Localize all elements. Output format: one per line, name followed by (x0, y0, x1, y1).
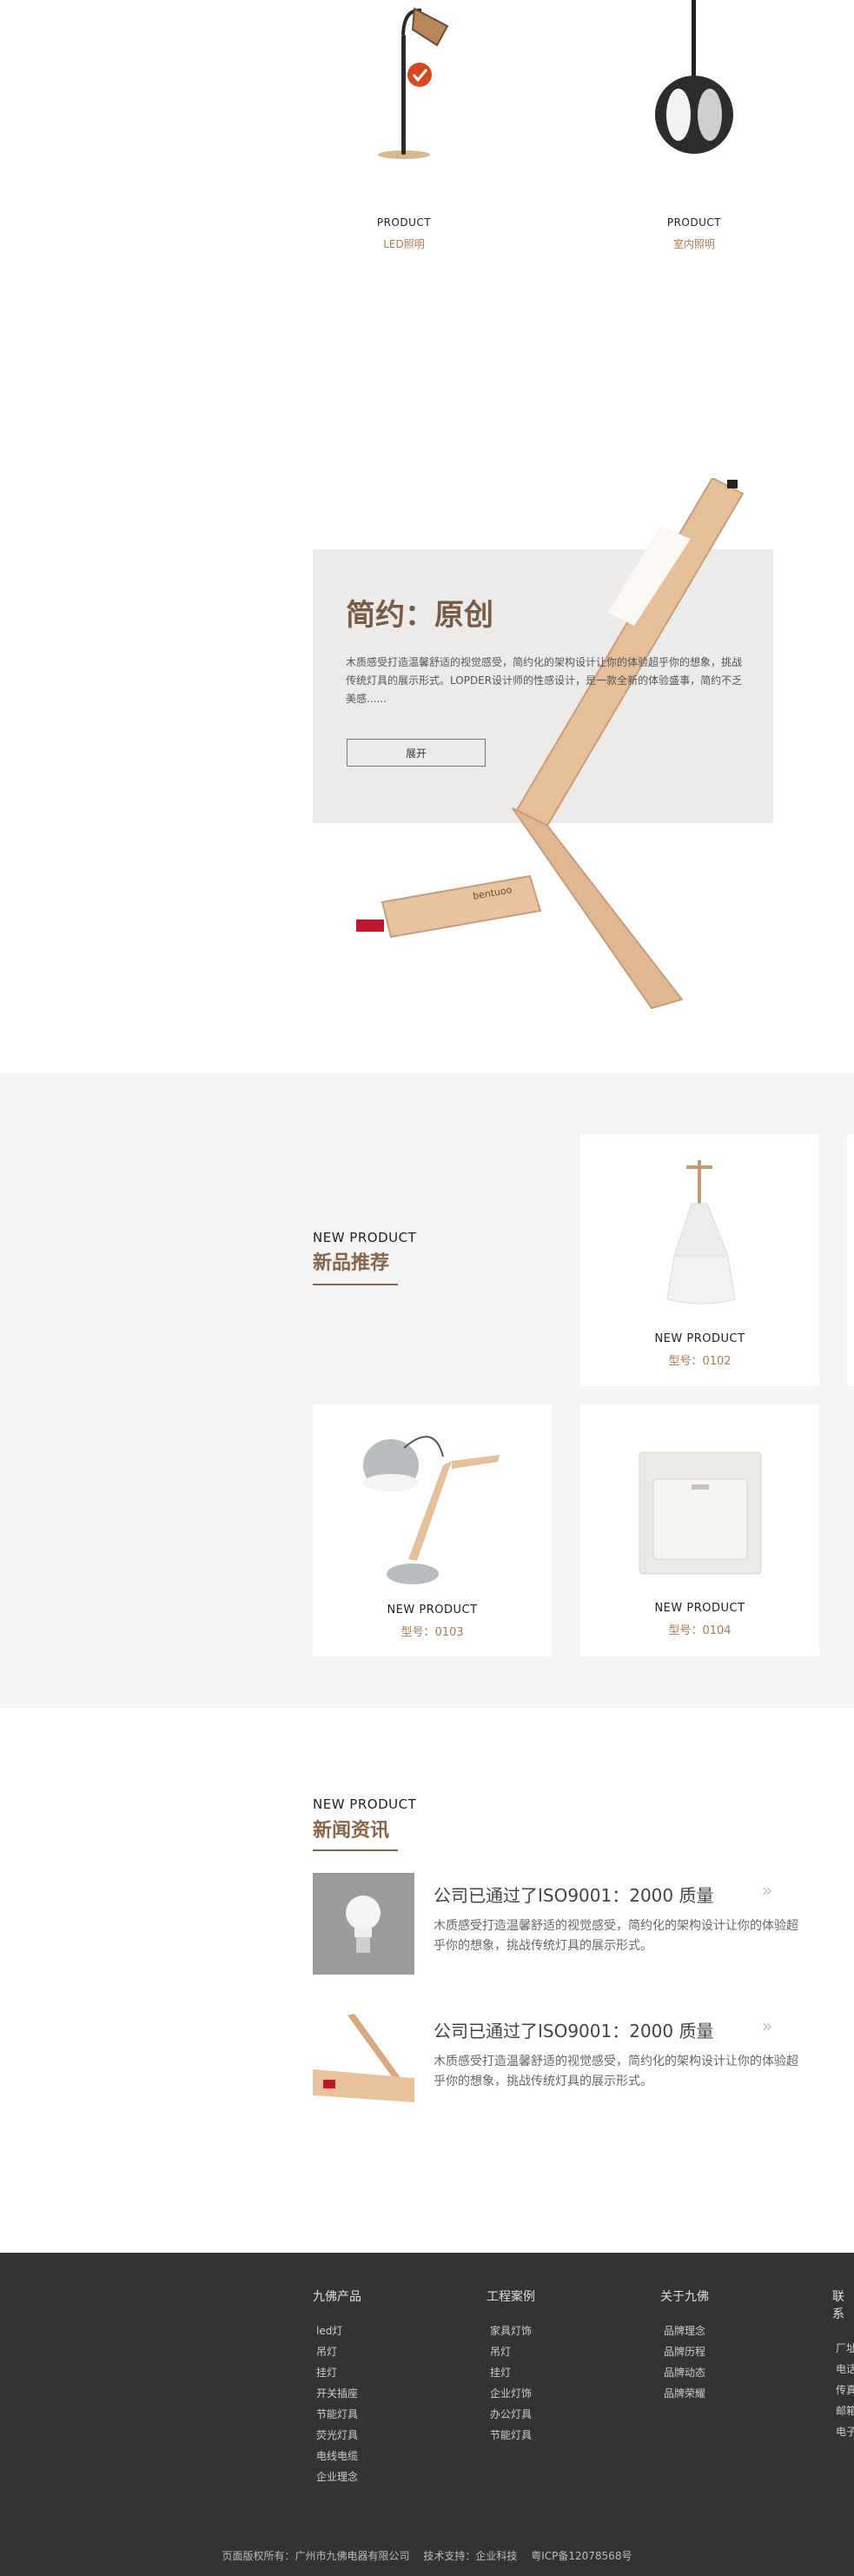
footer: 九佛产品 led灯 吊灯 挂灯 开关插座 节能灯具 荧光灯具 电线电缆 企业理念… (0, 2253, 854, 2576)
footer-column-contact: 联系 厂址 电话 传真 邮箱 电子 (832, 2287, 854, 2442)
category-label-cn: 室内照明 (672, 238, 715, 250)
product-card-partial (847, 1134, 854, 1386)
section-heading-en: NEW PRODUCT (313, 1230, 417, 1245)
new-products-section: NEW PRODUCT 新品推荐 NEW PRODUCT 型号：0102 NEW… (0, 1073, 854, 1708)
footer-link[interactable]: 节能灯具 (487, 2425, 535, 2446)
hero-description: 木质感受打造温馨舒适的视觉感受，简约化的架构设计让你的体验超乎你的想象，挑战传统… (346, 656, 743, 705)
footer-link[interactable]: 办公灯具 (487, 2404, 535, 2425)
footer-column-cases: 工程案例 家具灯饰 吊灯 挂灯 企业灯饰 办公灯具 节能灯具 (487, 2287, 535, 2446)
category-indoor[interactable]: PRODUCT 室内照明 (607, 0, 781, 250)
footer-link[interactable]: 品牌动态 (660, 2362, 709, 2383)
footer-link[interactable]: 挂灯 (487, 2362, 535, 2383)
tech-support-text: 技术支持：企业科技 (423, 2550, 518, 2562)
product-label-en: NEW PRODUCT (654, 1332, 745, 1345)
news-title[interactable]: 公司已通过了ISO9001：2000 质量 (434, 2017, 714, 2042)
hero-section: bentuoo 简约：原创 木质感受打造温馨舒适的视觉感受，简约化的架构设计让你… (0, 452, 854, 1060)
footer-link: 厂址 (836, 2342, 854, 2354)
section-underline (313, 1849, 398, 1851)
product-model: 型号：0102 (668, 1355, 732, 1368)
category-label-en: PRODUCT (376, 216, 432, 229)
pendant-lamp-icon (607, 0, 781, 165)
footer-column-title: 关于九佛 (660, 2290, 709, 2304)
icp-text[interactable]: 粤ICP备12078568号 (531, 2550, 632, 2562)
light-bulb-image (313, 1873, 414, 1975)
news-heading-cn: 新闻资讯 (313, 1820, 390, 1842)
category-led[interactable]: PRODUCT LED照明 (317, 0, 491, 250)
wall-switch-image (580, 1404, 819, 1596)
footer-column-title: 工程案例 (487, 2290, 535, 2304)
section-heading-cn: 新品推荐 (313, 1252, 390, 1274)
news-description: 木质感受打造温馨舒适的视觉感受，简约化的架构设计让你的体验超乎你的想象，挑战传统… (434, 1919, 798, 1953)
section-underline (313, 1284, 398, 1285)
footer-column-about: 关于九佛 品牌理念 品牌历程 品牌动态 品牌荣耀 (660, 2287, 709, 2404)
footer-link[interactable]: 挂灯 (313, 2362, 361, 2383)
footer-link: 邮箱 (836, 2405, 854, 2417)
footer-link[interactable]: 企业灯饰 (487, 2383, 535, 2404)
page: PRODUCT LED照明 PRODUCT 室内照明 bentuoo 简约：原创… (0, 0, 854, 2576)
product-label-en: NEW PRODUCT (654, 1602, 745, 1615)
table-lamp-icon (317, 0, 491, 165)
wooden-lamp-image (313, 2008, 414, 2110)
footer-link[interactable]: led灯 (313, 2320, 361, 2341)
double-arrow-icon[interactable]: » (762, 2015, 772, 2036)
footer-column-title: 联系 (832, 2290, 844, 2321)
footer-link[interactable]: 吊灯 (487, 2341, 535, 2362)
footer-link: 电子 (836, 2426, 854, 2438)
news-description: 木质感受打造温馨舒适的视觉感受，简约化的架构设计让你的体验超乎你的想象，挑战传统… (434, 2055, 798, 2088)
footer-link[interactable]: 开关插座 (313, 2383, 361, 2404)
product-card[interactable]: NEW PRODUCT 型号：0102 (580, 1134, 819, 1386)
footer-link: 电话 (836, 2363, 854, 2375)
product-model: 型号：0103 (401, 1626, 464, 1639)
product-card[interactable]: NEW PRODUCT 型号：0103 (313, 1404, 552, 1656)
news-heading-en: NEW PRODUCT (313, 1796, 417, 1812)
footer-link[interactable]: 品牌荣耀 (660, 2383, 709, 2404)
product-card[interactable]: NEW PRODUCT 型号：0104 (580, 1404, 819, 1656)
category-label-cn: LED照明 (383, 238, 425, 250)
news-item[interactable]: 公司已通过了ISO9001：2000 质量 » 木质感受打造温馨舒适的视觉感受，… (313, 2008, 799, 2113)
expand-button[interactable]: 展开 (347, 739, 486, 767)
product-label-en: NEW PRODUCT (387, 1603, 478, 1617)
footer-column-products: 九佛产品 led灯 吊灯 挂灯 开关插座 节能灯具 荧光灯具 电线电缆 企业理念 (313, 2287, 361, 2487)
footer-link[interactable]: 电线电缆 (313, 2446, 361, 2466)
double-arrow-icon[interactable]: » (762, 1880, 772, 1901)
wooden-desk-lamp-image (313, 1404, 552, 1596)
hero-title: 简约：原创 (346, 598, 493, 633)
copyright-bar: 页面版权所有：广州市九佛电器有限公司 技术支持：企业科技 粤ICP备120785… (0, 2548, 854, 2563)
category-label-en: PRODUCT (666, 216, 722, 229)
copyright-text: 页面版权所有：广州市九佛电器有限公司 (222, 2550, 410, 2562)
footer-column-title: 九佛产品 (313, 2290, 361, 2304)
footer-link[interactable]: 品牌历程 (660, 2341, 709, 2362)
footer-link: 传真 (836, 2384, 854, 2396)
footer-link[interactable]: 家具灯饰 (487, 2320, 535, 2341)
footer-link[interactable]: 荧光灯具 (313, 2425, 361, 2446)
footer-link[interactable]: 吊灯 (313, 2341, 361, 2362)
footer-link[interactable]: 品牌理念 (660, 2320, 709, 2341)
product-model: 型号：0104 (668, 1624, 732, 1637)
white-pendant-lamp-image (580, 1134, 819, 1325)
news-title[interactable]: 公司已通过了ISO9001：2000 质量 (434, 1882, 714, 1907)
footer-link[interactable]: 节能灯具 (313, 2404, 361, 2425)
footer-link[interactable]: 企业理念 (313, 2466, 361, 2487)
news-item[interactable]: 公司已通过了ISO9001：2000 质量 » 木质感受打造温馨舒适的视觉感受，… (313, 1873, 799, 1977)
